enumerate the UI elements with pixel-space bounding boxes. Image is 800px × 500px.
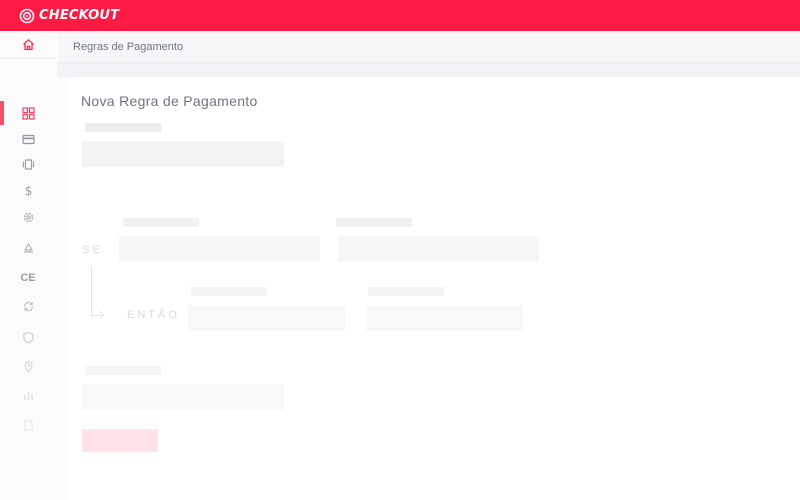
sidebar: $ CE (0, 31, 56, 500)
gear-icon (23, 212, 33, 222)
shield-icon (22, 331, 34, 343)
rule-name-input-placeholder[interactable] (82, 141, 284, 167)
action-value-input-placeholder[interactable] (366, 305, 523, 331)
condition-value-label-placeholder (336, 218, 412, 227)
sidebar-item-shipping[interactable] (0, 234, 56, 260)
extra-field-label-placeholder (85, 366, 161, 375)
save-button[interactable] (82, 429, 158, 452)
carousel-icon (22, 158, 34, 170)
svg-text:$: $ (24, 184, 32, 197)
extra-field-input-placeholder[interactable] (82, 384, 284, 410)
sidebar-item-settings[interactable] (0, 204, 56, 230)
page-title: Nova Regra de Pagamento (81, 93, 258, 109)
dollar-icon: $ (24, 184, 32, 197)
sidebar-item-locations[interactable] (0, 353, 56, 379)
sidebar-item-sync[interactable] (0, 293, 56, 319)
top-bar: CHECKOUT (0, 0, 800, 31)
sidebar-item-payments[interactable] (0, 126, 56, 152)
bar-chart-icon (23, 391, 33, 400)
then-label: ENTÃO (127, 309, 180, 321)
brand-logo[interactable]: CHECKOUT (19, 8, 119, 24)
content-header-strip (57, 63, 800, 77)
sidebar-item-pricing[interactable]: $ (0, 177, 56, 203)
sidebar-item-dashboard[interactable] (0, 100, 56, 126)
if-then-connector (91, 266, 101, 316)
sidebar-item-security[interactable] (0, 324, 56, 350)
target-circle-icon (19, 8, 35, 23)
sidebar-item-carousel[interactable] (0, 151, 56, 177)
sidebar-item-documents[interactable] (0, 412, 56, 438)
refresh-icon (23, 301, 33, 311)
if-label: SE (82, 244, 103, 256)
condition-value-input-placeholder[interactable] (338, 236, 539, 262)
action-field-input-placeholder[interactable] (188, 305, 345, 331)
document-icon (23, 419, 33, 431)
sidebar-item-reports[interactable] (0, 382, 56, 408)
brand-name: CHECKOUT (39, 8, 120, 23)
rule-form-card: Nova Regra de Pagamento SE ENTÃO (70, 77, 800, 500)
ce-text-icon: CE (20, 272, 36, 284)
breadcrumb: Regras de Pagamento (57, 31, 800, 63)
home-icon (22, 39, 34, 51)
location-pin-icon (23, 360, 33, 373)
action-value-label-placeholder (368, 287, 444, 296)
sidebar-home-button[interactable] (0, 31, 56, 59)
sidebar-item-ce[interactable]: CE (0, 265, 56, 291)
credit-card-icon (21, 134, 35, 144)
breadcrumb-current[interactable]: Regras de Pagamento (73, 41, 183, 53)
condition-field-label-placeholder (123, 218, 199, 227)
field-label-placeholder (85, 123, 161, 132)
condition-field-input-placeholder[interactable] (119, 236, 320, 262)
shipping-icon (23, 242, 33, 253)
action-field-label-placeholder (191, 287, 267, 296)
dashboard-grid-icon (21, 106, 35, 120)
